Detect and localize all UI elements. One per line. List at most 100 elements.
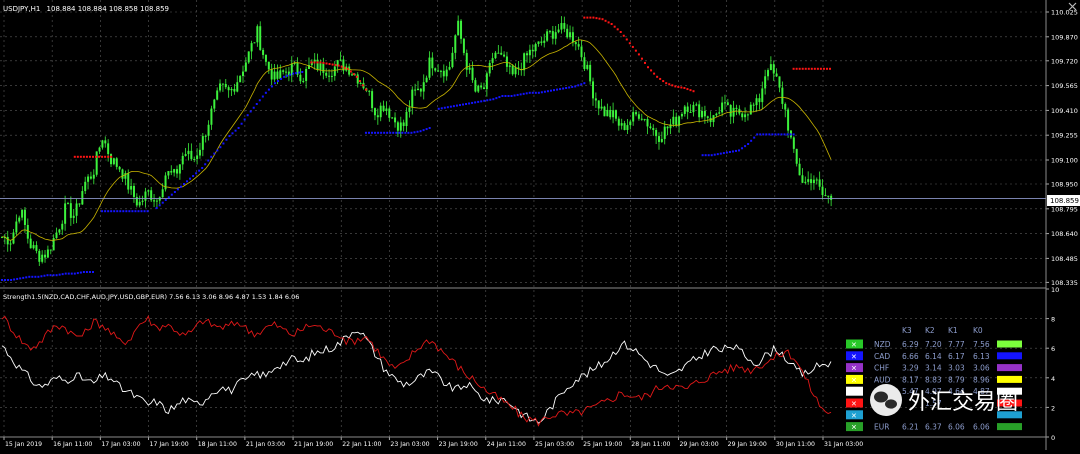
strength-bar [997,423,1022,431]
candle-body [316,59,319,70]
candle-body [772,64,775,74]
candle-body [69,203,72,218]
sar-dot-up [58,273,61,276]
candle-body [600,106,603,109]
price-tick-label: 109.410 [1051,107,1078,115]
chart-canvas[interactable]: 110.025109.870109.720109.565109.410109.2… [0,0,1080,450]
candle-body [560,23,563,30]
candle-body [569,32,572,38]
candle-body [431,57,434,69]
sar-dot-up [774,133,777,136]
candle-body [178,164,181,174]
sar-dot-up [577,84,580,87]
sar-dot-up [228,135,231,137]
sar-dot-up [43,274,46,277]
sar-dot-up [562,87,565,90]
sar-dot-up [49,274,52,277]
sar-dot-up [371,131,374,134]
candle-body [830,195,833,201]
candle-body [244,62,247,72]
sar-dot-up [744,145,747,148]
candle-body [635,112,638,115]
candle-body [239,76,242,83]
sar-dot-up [792,133,795,136]
strength-value: 6.13 [973,352,990,361]
sar-dot-up [738,149,741,152]
sar-dot-up [458,104,461,107]
sar-dot-up [392,131,395,134]
candle-body [781,87,784,104]
sar-dot-up [728,151,731,153]
currency-label: NZD [874,340,891,349]
sar-dot-up [540,91,543,94]
strength-bar [997,364,1022,372]
candle-body [256,26,259,43]
candle-body [253,42,256,44]
candle-body [468,67,471,70]
candle-body [626,125,629,131]
sar-dot-up [525,92,528,95]
candle-body [26,224,29,239]
candle-body [614,110,617,119]
candle-body [299,74,302,82]
candle-body [746,114,749,116]
sar-dot-down [601,18,604,21]
sar-dot-up [34,275,37,278]
candle-body [442,70,445,77]
sar-dot-down [801,67,804,70]
swatch-x-icon: ✕ [851,376,857,384]
sar-dot-up [264,91,267,94]
sar-dot-up [213,152,216,155]
candle-body [703,110,706,117]
sar-dot-up [519,93,522,96]
sar-dot-up [261,95,264,98]
sar-dot-up [140,210,143,213]
candle-body [758,98,761,103]
candle-body [640,118,643,120]
sar-dot-up [364,131,367,134]
strength-value: 3.06 [973,364,990,373]
candle-body [580,46,583,58]
candle-body [55,232,58,239]
time-tick-label: 15 Jan 2019 [5,441,42,448]
sar-dot-up [407,131,410,134]
candle-body [196,155,199,160]
candle-body [144,191,147,201]
price-tick-label: 108.795 [1051,205,1078,213]
price-tick-label: 109.255 [1051,132,1078,140]
candle-body [485,73,488,90]
sar-dot-up [492,98,495,101]
table-column-header: K3 [902,326,912,335]
indicator-tick-label: 2 [1051,404,1055,412]
sar-dot-up [277,80,279,83]
candle-body [417,88,419,91]
candle-body [726,102,729,105]
strength-value: 6.17 [948,352,965,361]
sar-dot-up [70,272,73,275]
sar-dot-down [349,70,352,73]
indicator-tick-label: 4 [1051,375,1055,383]
sar-dot-up [756,133,759,136]
sar-dot-up [455,104,458,107]
candle-body [132,185,135,197]
candle-body [405,111,408,127]
candle-body [723,102,726,104]
candle-body [41,254,44,262]
currency-label: CHF [874,364,889,373]
sar-dot-up [46,274,49,277]
sar-dot-up [486,99,489,102]
sar-dot-up [741,147,744,150]
candle-body [586,64,589,69]
sar-dot-up [462,103,465,106]
candle-body [356,74,359,84]
close-icon[interactable] [1068,2,1077,11]
sar-dot-up [495,97,498,100]
candle-body [815,179,818,181]
sar-dot-up [101,210,104,213]
sar-dot-up [10,279,13,281]
strength-bar [997,375,1022,383]
time-tick-label: 29 Jan 03:00 [679,441,718,448]
candle-body [167,171,170,176]
sar-dot-up [504,95,507,97]
sar-dot-up [19,277,22,280]
